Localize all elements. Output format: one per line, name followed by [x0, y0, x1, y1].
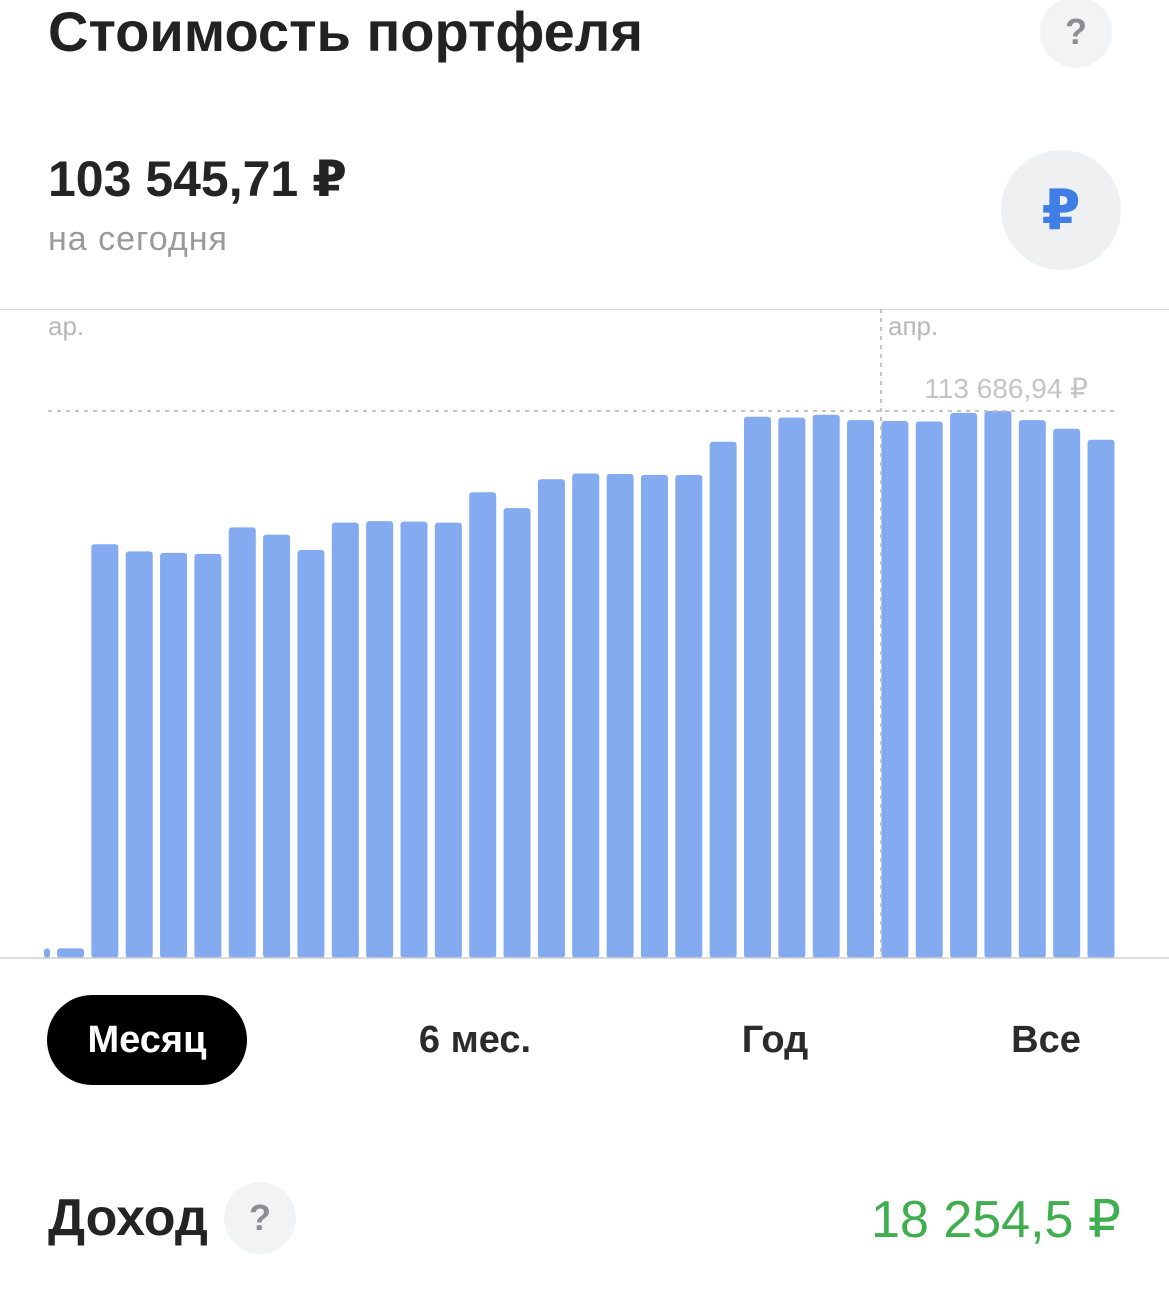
chart-bar[interactable] [1018, 420, 1046, 958]
period-all[interactable]: Все [946, 995, 1146, 1085]
portfolio-value-caption: на сегодня [48, 220, 228, 258]
question-icon: ? [249, 1197, 271, 1238]
chart-bar[interactable] [950, 412, 978, 958]
chart-bar[interactable] [194, 553, 222, 958]
chart-bar[interactable] [744, 416, 771, 958]
chart-bar[interactable] [125, 551, 153, 958]
period-year[interactable]: Год [675, 995, 875, 1085]
currency-toggle-button[interactable]: ₽ [1001, 150, 1121, 270]
chart-bar[interactable] [675, 474, 703, 958]
portfolio-chart[interactable]: ар. апр. 113 686,94 ₽ [0, 309, 1169, 959]
ruble-icon: ₽ [1041, 178, 1081, 241]
chart-bar[interactable] [847, 420, 875, 958]
chart-bar[interactable] [91, 544, 119, 958]
chart-bar[interactable] [881, 421, 909, 958]
period-month[interactable]: Месяц [47, 995, 247, 1085]
chart-bar[interactable] [1087, 439, 1115, 958]
page-title: Стоимость портфеля [48, 0, 644, 63]
chart-bar[interactable] [228, 527, 256, 958]
income-help-button[interactable]: ? [224, 1182, 296, 1254]
chart-x-label: ар. [48, 311, 84, 341]
chart-bar[interactable] [160, 552, 188, 958]
chart-bar[interactable] [263, 534, 291, 958]
portfolio-value: 103 545,71 ₽ [48, 151, 347, 207]
chart-bar[interactable] [57, 948, 84, 958]
chart-bar[interactable] [606, 473, 634, 958]
chart-bar[interactable] [640, 474, 668, 958]
income-value: 18 254,5 ₽ [871, 1191, 1121, 1249]
chart-bar[interactable] [778, 417, 806, 958]
help-button[interactable]: ? [1040, 0, 1112, 68]
question-icon: ? [1065, 11, 1087, 52]
chart-bar[interactable] [812, 414, 840, 958]
chart-bar[interactable] [915, 421, 943, 959]
chart-bar[interactable] [44, 948, 50, 958]
chart-bar[interactable] [297, 549, 325, 958]
chart-bar[interactable] [1053, 428, 1081, 958]
chart-max-value-label: 113 686,94 ₽ [924, 373, 1088, 404]
chart-bar[interactable] [366, 521, 394, 958]
chart-bar[interactable] [400, 521, 428, 958]
period-selector: Месяц 6 мес. Год Все [0, 995, 1169, 1087]
chart-bar[interactable] [331, 522, 359, 958]
chart-bar[interactable] [469, 492, 497, 958]
chart-bar[interactable] [709, 441, 737, 959]
period-6-months[interactable]: 6 мес. [375, 995, 575, 1085]
income-title: Доход [48, 1189, 208, 1247]
chart-bar[interactable] [434, 522, 462, 958]
chart-bar[interactable] [984, 410, 1012, 959]
chart-bar[interactable] [572, 473, 600, 958]
chart-bar[interactable] [503, 508, 531, 958]
chart-x-label: апр. [888, 311, 938, 341]
portfolio-chart-svg: ар. апр. 113 686,94 ₽ [0, 309, 1169, 959]
chart-bar[interactable] [537, 479, 565, 958]
